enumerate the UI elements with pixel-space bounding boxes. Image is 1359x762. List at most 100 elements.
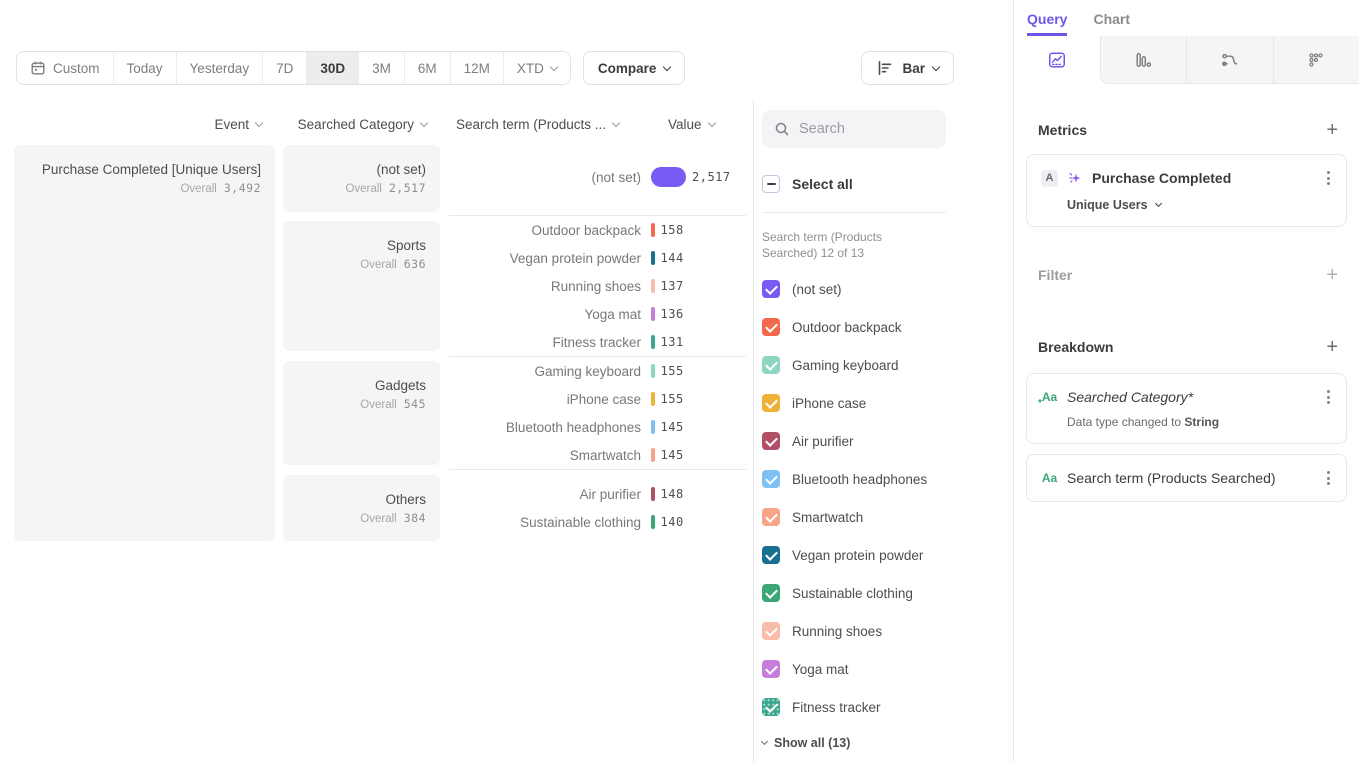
table-row[interactable]: Gaming keyboard 155 <box>449 357 746 385</box>
checkbox-checked[interactable] <box>762 546 780 564</box>
breakdown-menu-button[interactable] <box>1325 388 1332 406</box>
metric-card[interactable]: A Purchase Completed Unique Users <box>1026 154 1347 227</box>
select-all-checkbox[interactable] <box>762 175 780 193</box>
tab-flows[interactable] <box>1186 36 1273 84</box>
legend-item[interactable]: Bluetooth headphones <box>762 470 946 488</box>
tab-chart[interactable]: Chart <box>1093 11 1130 36</box>
metrics-section-header: Metrics + <box>1014 120 1359 140</box>
legend-item[interactable]: Smartwatch <box>762 508 946 526</box>
checkbox-checked[interactable] <box>762 584 780 602</box>
tab-query[interactable]: Query <box>1027 11 1067 36</box>
value-bar <box>651 279 655 293</box>
legend-item[interactable]: Running shoes <box>762 622 946 640</box>
event-name: Purchase Completed [Unique Users] <box>14 162 261 177</box>
legend-item[interactable]: iPhone case <box>762 394 946 412</box>
date-range-today-button[interactable]: Today <box>114 52 177 84</box>
compare-button[interactable]: Compare <box>583 51 686 85</box>
legend-item[interactable]: (not set) <box>762 280 946 298</box>
overall-label: Overall <box>345 183 381 195</box>
legend-search-box[interactable] <box>762 110 946 148</box>
checkbox-checked[interactable] <box>762 660 780 678</box>
value-text: 131 <box>661 335 684 349</box>
legend-item-label: Vegan protein powder <box>792 548 923 563</box>
date-range-label: 6M <box>418 61 437 76</box>
category-card-others[interactable]: Others Overall384 <box>283 475 440 541</box>
show-all-button[interactable]: Show all (13) <box>762 736 946 750</box>
checkbox-checked[interactable] <box>762 470 780 488</box>
category-card-sports[interactable]: Sports Overall636 <box>283 221 440 351</box>
breakdown-card-search-term[interactable]: Aa Search term (Products Searched) <box>1026 454 1347 502</box>
checkbox-checked[interactable] <box>762 280 780 298</box>
table-row[interactable]: Running shoes 137 <box>449 272 746 300</box>
date-range-6m-button[interactable]: 6M <box>405 52 451 84</box>
table-row[interactable]: Smartwatch 145 <box>449 441 746 469</box>
value-text: 136 <box>661 307 684 321</box>
event-card[interactable]: Purchase Completed [Unique Users] Overal… <box>14 145 275 541</box>
add-metric-button[interactable]: + <box>1326 120 1338 140</box>
table-row[interactable]: Yoga mat 136 <box>449 300 746 328</box>
date-range-xtd-button[interactable]: XTD <box>504 52 570 84</box>
checkbox-checked[interactable] <box>762 622 780 640</box>
search-input[interactable] <box>799 121 919 137</box>
filter-heading: Filter <box>1038 267 1072 283</box>
legend-item[interactable]: Sustainable clothing <box>762 584 946 602</box>
checkbox-checked[interactable] <box>762 432 780 450</box>
checkbox-checked[interactable] <box>762 394 780 412</box>
table-row[interactable]: Sustainable clothing 140 <box>449 508 746 536</box>
value-text: 2,517 <box>692 170 731 184</box>
category-card-not-set[interactable]: (not set) Overall2,517 <box>283 145 440 212</box>
legend-item[interactable]: Gaming keyboard <box>762 356 946 374</box>
category-card-gadgets[interactable]: Gadgets Overall545 <box>283 361 440 465</box>
value-text: 145 <box>661 448 684 462</box>
date-range-30d-button[interactable]: 30D <box>307 52 359 84</box>
overall-label: Overall <box>360 513 396 525</box>
aggregation-dropdown[interactable]: Unique Users <box>1067 198 1332 212</box>
add-filter-button[interactable]: + <box>1326 265 1338 285</box>
legend-item[interactable]: Fitness tracker <box>762 698 946 716</box>
add-breakdown-button[interactable]: + <box>1326 337 1338 357</box>
search-term-label: Vegan protein powder <box>449 251 641 266</box>
category-overall: Overall384 <box>283 511 426 525</box>
checkbox-checked[interactable] <box>762 318 780 336</box>
breakdown-menu-button[interactable] <box>1325 469 1332 487</box>
funnel-bars-icon <box>1133 50 1153 70</box>
table-row[interactable]: Fitness tracker 131 <box>449 328 746 356</box>
legend-item[interactable]: Outdoor backpack <box>762 318 946 336</box>
table-row[interactable]: Bluetooth headphones 145 <box>449 413 746 441</box>
legend-item[interactable]: Yoga mat <box>762 660 946 678</box>
legend-item-label: Gaming keyboard <box>792 358 899 373</box>
column-header-search-term[interactable]: Search term (Products ... <box>456 117 619 132</box>
legend-item-label: Yoga mat <box>792 662 849 677</box>
aggregation-label: Unique Users <box>1067 198 1148 212</box>
date-range-yesterday-button[interactable]: Yesterday <box>177 52 264 84</box>
column-header-value[interactable]: Value <box>668 117 715 132</box>
date-range-12m-button[interactable]: 12M <box>451 52 504 84</box>
date-range-7d-button[interactable]: 7D <box>263 52 307 84</box>
toolbar: Custom Today Yesterday 7D 30D 3M 6M 12M … <box>16 51 954 85</box>
checkbox-checked[interactable] <box>762 508 780 526</box>
breakdown-card-searched-category[interactable]: Aa* Searched Category* Data type changed… <box>1026 373 1347 444</box>
metric-menu-button[interactable] <box>1325 169 1332 187</box>
column-header-event[interactable]: Event <box>14 117 262 132</box>
legend-item[interactable]: Vegan protein powder <box>762 546 946 564</box>
table-row[interactable]: iPhone case 155 <box>449 385 746 413</box>
tab-funnels[interactable] <box>1100 36 1187 84</box>
value-bar <box>651 487 655 501</box>
checkbox-checked[interactable] <box>762 356 780 374</box>
column-header-searched-category[interactable]: Searched Category <box>283 117 427 132</box>
table-row[interactable]: Air purifier 148 <box>449 480 746 508</box>
date-range-3m-button[interactable]: 3M <box>359 52 405 84</box>
table-row[interactable]: Vegan protein powder 144 <box>449 244 746 272</box>
tab-retention[interactable] <box>1273 36 1359 84</box>
table-row[interactable]: (not set) 2,517 <box>449 163 746 191</box>
table-row[interactable]: Outdoor backpack 158 <box>449 216 746 244</box>
checkbox-checked[interactable] <box>762 698 780 716</box>
breakdown-property-name: Searched Category* <box>1067 389 1193 405</box>
chevron-down-icon <box>420 119 428 127</box>
legend-item[interactable]: Air purifier <box>762 432 946 450</box>
chevron-down-icon <box>707 119 715 127</box>
tab-insights[interactable] <box>1014 36 1100 84</box>
date-range-custom-button[interactable]: Custom <box>17 52 114 84</box>
select-all-item[interactable]: Select all <box>762 175 946 193</box>
chart-type-button[interactable]: Bar <box>861 51 954 85</box>
